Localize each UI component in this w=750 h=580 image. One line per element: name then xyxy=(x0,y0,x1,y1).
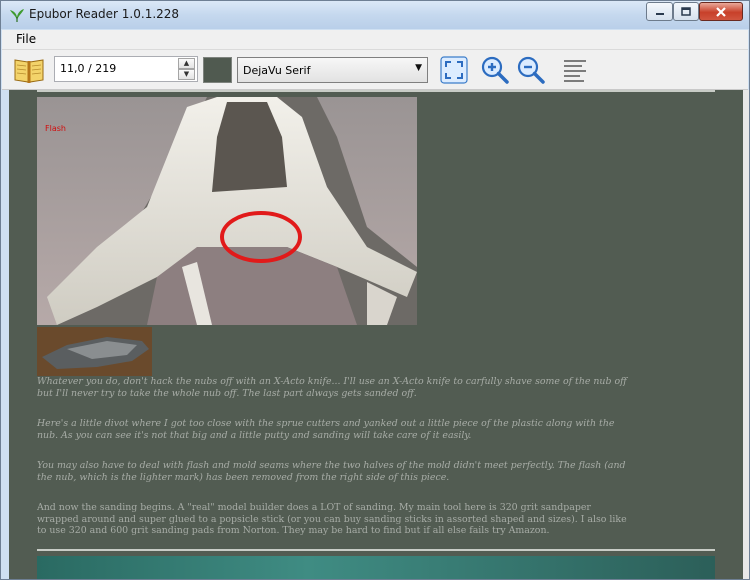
page-down-button[interactable]: ▼ xyxy=(178,69,195,80)
close-icon xyxy=(716,6,726,17)
window-title: Epubor Reader 1.0.1.228 xyxy=(29,7,180,21)
model-part-photo xyxy=(37,97,417,325)
paragraph: And now the sanding begins. A "real" mod… xyxy=(37,502,627,536)
paragraph: Here's a little divot where I got too cl… xyxy=(37,418,615,441)
app-leaf-icon xyxy=(10,9,24,22)
font-family-value: DejaVu Serif xyxy=(243,64,311,77)
page-number-value: 11,0 / 219 xyxy=(60,62,117,75)
title-bar[interactable]: Epubor Reader 1.0.1.228 xyxy=(1,1,749,29)
divider xyxy=(37,549,715,551)
paragraph: Whatever you do, don't hack the nubs off… xyxy=(37,376,627,399)
zoom-out-icon[interactable] xyxy=(516,55,546,85)
maximize-icon xyxy=(681,7,691,16)
menu-bar: File xyxy=(2,30,748,50)
page-up-button[interactable]: ▲ xyxy=(178,58,195,69)
fit-screen-icon[interactable] xyxy=(439,55,469,85)
flash-caption: Flash xyxy=(45,124,66,133)
menu-file[interactable]: File xyxy=(16,32,36,46)
zoom-in-icon[interactable] xyxy=(480,55,510,85)
chevron-down-icon: ▼ xyxy=(415,63,422,73)
open-book-icon[interactable] xyxy=(13,56,45,84)
divider xyxy=(37,90,715,92)
table-of-contents-icon[interactable] xyxy=(560,55,590,85)
app-window: Epubor Reader 1.0.1.228 File 11,0 / 219 … xyxy=(0,0,750,580)
minimize-icon xyxy=(655,12,664,15)
close-button[interactable] xyxy=(699,2,743,21)
paragraph: You may also have to deal with flash and… xyxy=(37,460,626,483)
next-photo-partial xyxy=(37,556,715,579)
reading-pane[interactable]: Flash Whatever you do, don't hack the nu… xyxy=(9,90,743,579)
vertical-scrollbar[interactable] xyxy=(743,90,749,579)
font-family-select[interactable]: DejaVu Serif ▼ xyxy=(237,57,428,83)
background-color-button[interactable] xyxy=(203,57,232,83)
toolbar: 11,0 / 219 ▲ ▼ DejaVu Serif ▼ xyxy=(2,50,748,90)
minimize-button[interactable] xyxy=(646,2,673,21)
maximize-button[interactable] xyxy=(673,2,699,21)
flash-thumbnail-photo xyxy=(37,327,152,376)
page-number-field[interactable]: 11,0 / 219 ▲ ▼ xyxy=(54,56,198,82)
